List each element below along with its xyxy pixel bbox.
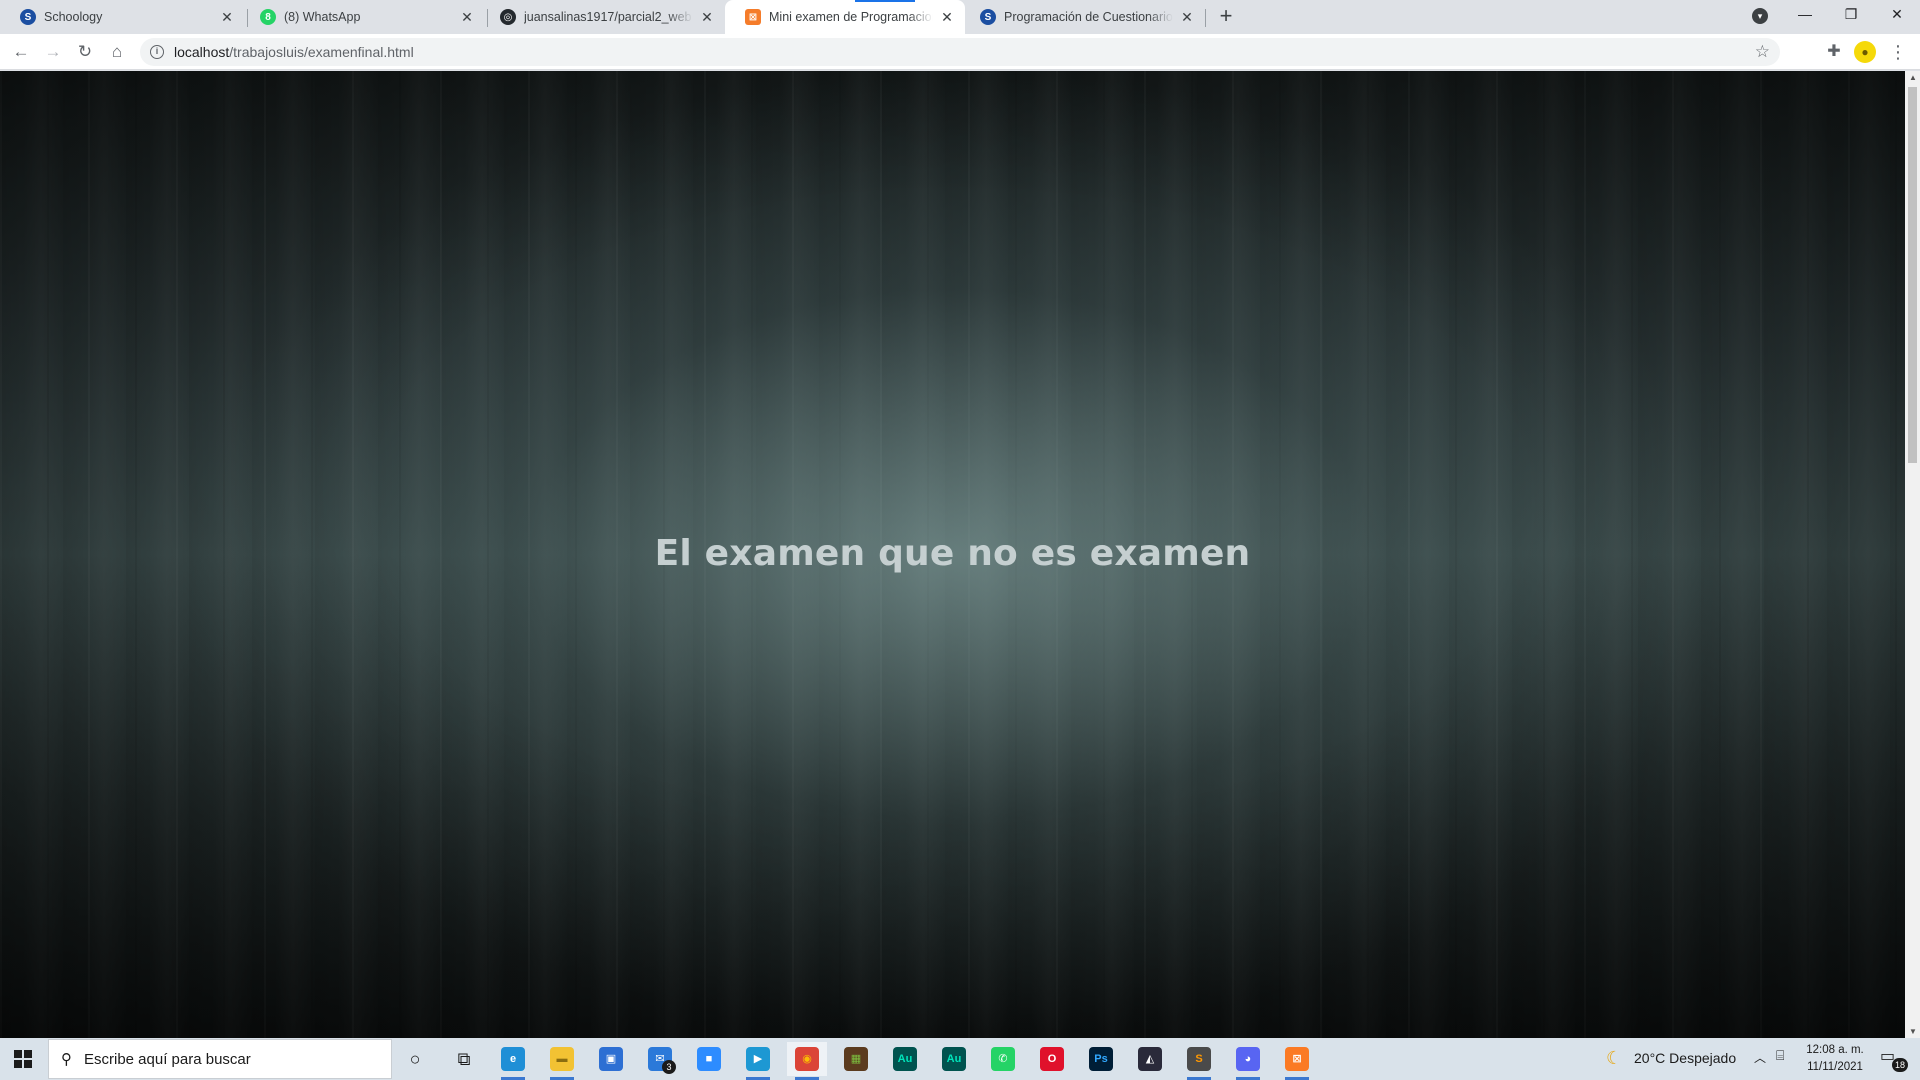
windows-start-button[interactable]: [0, 1038, 46, 1080]
taskbar-app-zoom[interactable]: ■: [689, 1042, 729, 1076]
extensions-puzzle-icon[interactable]: ✚: [1822, 40, 1846, 64]
taskbar-app-prime-video[interactable]: ▶: [738, 1042, 778, 1080]
taskbar-app-mail[interactable]: ✉ 3: [640, 1042, 680, 1076]
tab-schoology[interactable]: S Schoology ✕: [0, 0, 245, 34]
network-icon[interactable]: ⌸: [1776, 1047, 1784, 1064]
minimize-button[interactable]: —: [1782, 0, 1828, 30]
url-path: /trabajosluis/examenfinal.html: [229, 44, 414, 60]
weather-text[interactable]: 20°C Despejado: [1634, 1050, 1736, 1066]
tab-title: Mini examen de Programacion e: [769, 10, 933, 24]
cortana-icon: ○: [409, 1049, 421, 1069]
tab-title: juansalinas1917/parcial2_web: [524, 10, 692, 24]
taskbar-app-minecraft[interactable]: ▦: [836, 1042, 876, 1076]
taskbar-app-store[interactable]: ▣: [591, 1042, 631, 1076]
whatsapp-icon: 8: [260, 9, 276, 25]
close-icon[interactable]: ✕: [699, 9, 715, 25]
address-bar[interactable]: i localhost/trabajosluis/examenfinal.htm…: [140, 38, 1780, 66]
schoology-icon: S: [20, 9, 36, 25]
taskbar-app-opera[interactable]: O: [1032, 1042, 1072, 1076]
new-tab-button[interactable]: +: [1214, 5, 1238, 29]
task-view-icon: ⧉: [457, 1049, 471, 1069]
taskbar-app-cortana[interactable]: ○: [395, 1042, 435, 1076]
minecraft-icon: ▦: [844, 1047, 868, 1071]
tab-programacion-cuestionario[interactable]: S Programación de Cuestionario en ✕: [960, 0, 1205, 34]
taskbar-app-photoshop[interactable]: Ps: [1081, 1042, 1121, 1076]
notification-count-badge: 18: [1892, 1058, 1908, 1072]
taskbar-app-xampp[interactable]: ⊠: [1277, 1042, 1317, 1080]
sublime-text-icon: S: [1187, 1047, 1211, 1071]
profile-avatar[interactable]: ●: [1854, 41, 1876, 63]
back-arrow-icon[interactable]: ←: [9, 40, 33, 64]
taskbar-app-discord[interactable]: ◕: [1228, 1042, 1268, 1080]
taskbar-app-sublime-text[interactable]: S: [1179, 1042, 1219, 1080]
scroll-down-arrow-icon[interactable]: ▼: [1909, 1027, 1917, 1036]
clock[interactable]: 12:08 a. m. 11/11/2021: [1800, 1042, 1870, 1076]
taskbar-app-audition-2[interactable]: Au: [934, 1042, 974, 1076]
vertical-scrollbar[interactable]: ▲ ▼: [1905, 71, 1920, 1038]
search-placeholder: Escribe aquí para buscar: [84, 1050, 251, 1068]
taskbar-app-file-explorer[interactable]: ▬: [542, 1042, 582, 1080]
tab-whatsapp[interactable]: 8 (8) WhatsApp ✕: [240, 0, 485, 34]
github-icon: ◎: [500, 9, 516, 25]
tab-github[interactable]: ◎ juansalinas1917/parcial2_web ✕: [480, 0, 725, 34]
close-icon[interactable]: ✕: [219, 9, 235, 25]
reload-icon[interactable]: ↻: [73, 40, 97, 64]
page-title: El examen que no es examen: [654, 533, 1251, 574]
forward-arrow-icon[interactable]: →: [41, 40, 65, 64]
clock-time: 12:08 a. m.: [1806, 1044, 1864, 1056]
obs-icon: ◭: [1138, 1047, 1162, 1071]
windows-taskbar: ⚲ Escribe aquí para buscar ○ ⧉ e ▬ ▣ ✉ 3 ■ ▶ ◉ ▦ Au…: [0, 1038, 1920, 1080]
restore-button[interactable]: ❐: [1828, 0, 1874, 30]
tab-title: Schoology: [44, 10, 103, 24]
taskbar-app-audition-1[interactable]: Au: [885, 1042, 925, 1076]
edge-icon: e: [501, 1047, 525, 1071]
opera-icon: O: [1040, 1047, 1064, 1071]
taskbar-app-whatsapp[interactable]: ✆: [983, 1042, 1023, 1076]
scroll-up-arrow-icon[interactable]: ▲: [1909, 73, 1917, 82]
show-hidden-icons-chevron-icon[interactable]: ︿: [1754, 1049, 1766, 1066]
windows-logo-icon: [14, 1050, 32, 1068]
browser-menu-icon[interactable]: ⋮: [1886, 40, 1910, 64]
audition-icon-2: Au: [942, 1047, 966, 1071]
bookmark-star-icon[interactable]: ☆: [1755, 42, 1770, 62]
tab-search-icon[interactable]: ▾: [1752, 8, 1768, 24]
discord-icon: ◕: [1236, 1047, 1260, 1071]
whatsapp-icon: ✆: [991, 1047, 1015, 1071]
file-explorer-icon: ▬: [550, 1047, 574, 1071]
taskbar-app-edge[interactable]: e: [493, 1042, 533, 1080]
taskbar-app-obs[interactable]: ◭: [1130, 1042, 1170, 1076]
tab-title: Programación de Cuestionario en: [1004, 10, 1173, 24]
home-icon[interactable]: ⌂: [105, 40, 129, 64]
clock-date: 11/11/2021: [1807, 1061, 1863, 1073]
taskbar-app-chrome[interactable]: ◉: [787, 1042, 827, 1080]
schoology-icon: S: [980, 9, 996, 25]
notification-center-icon[interactable]: ▭ 18: [1880, 1046, 1908, 1072]
zoom-icon: ■: [697, 1047, 721, 1071]
url-host: localhost: [174, 44, 230, 60]
close-icon[interactable]: ✕: [459, 9, 475, 25]
taskbar-search-input[interactable]: ⚲ Escribe aquí para buscar: [48, 1039, 392, 1079]
tab-strip: S Schoology ✕ 8 (8) WhatsApp ✕ ◎ juansal…: [0, 0, 1920, 34]
close-icon[interactable]: ✕: [1179, 9, 1195, 25]
browser-toolbar: ← → ↻ ⌂ i localhost/trabajosluis/examenf…: [0, 34, 1920, 70]
prime-video-icon: ▶: [746, 1047, 770, 1071]
tab-mini-examen[interactable]: ⊠ Mini examen de Programacion e ✕: [725, 0, 965, 34]
info-icon[interactable]: i: [150, 45, 164, 59]
tab-divider: [1205, 9, 1206, 27]
store-icon: ▣: [599, 1047, 623, 1071]
close-icon[interactable]: ✕: [939, 9, 955, 25]
tab-title: (8) WhatsApp: [284, 10, 361, 24]
xampp-icon: ⊠: [745, 9, 761, 25]
mail-badge: 3: [662, 1060, 676, 1074]
xampp-icon: ⊠: [1285, 1047, 1309, 1071]
scrollbar-thumb[interactable]: [1908, 87, 1917, 463]
photoshop-icon: Ps: [1089, 1047, 1113, 1071]
search-icon: ⚲: [61, 1051, 72, 1068]
chrome-icon: ◉: [795, 1047, 819, 1071]
taskbar-app-task-view[interactable]: ⧉: [444, 1042, 484, 1076]
audition-icon-1: Au: [893, 1047, 917, 1071]
moon-weather-icon[interactable]: ☾: [1606, 1048, 1622, 1069]
page-content: El examen que no es examen: [0, 71, 1905, 1038]
close-window-button[interactable]: ✕: [1874, 0, 1920, 30]
